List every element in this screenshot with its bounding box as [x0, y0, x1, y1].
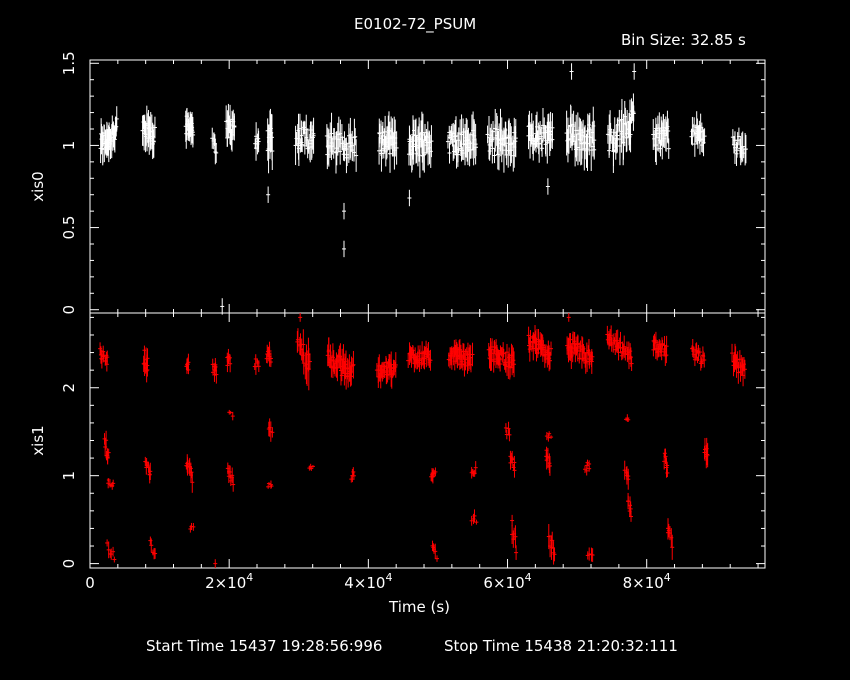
bottom-panel: 0 1 2 xis1 0 2×104 4×104 6×104 8×104	[29, 312, 766, 592]
chart-title: E0102-72_PSUM	[354, 15, 477, 33]
x-axis-label: Time (s)	[389, 598, 450, 616]
bottom-ytick-label: 2	[60, 383, 78, 393]
top-ytick-label: 0.5	[60, 216, 78, 240]
bottom-xtick-label: 8×104	[623, 571, 671, 592]
stop-time-text: Stop Time 15438 21:20:32:111	[444, 637, 678, 655]
top-ytick-label: 1.5	[60, 51, 78, 75]
top-ylabel: xis0	[29, 171, 47, 201]
bottom-ytick-label: 0	[60, 559, 78, 569]
top-ytick-label: 0	[60, 305, 78, 315]
bottom-xtick-exponent: 4	[246, 571, 253, 584]
start-time-text: Start Time 15437 19:28:56:996	[146, 637, 383, 655]
bottom-xtick-label: 2×104	[205, 571, 253, 592]
bottom-ylabel: xis1	[29, 425, 47, 455]
light-curve-plot: 0 0.5 1 1.5 xis0 0 1 2 xis1 0 2×104 4×104 6×104 8×10…	[29, 51, 766, 592]
bottom-xtick-label: 4×104	[344, 571, 392, 592]
bin-size-label: Bin Size: 32.85 s	[621, 31, 746, 49]
bottom-xtick-exponent: 4	[525, 571, 532, 584]
bottom-xtick-exponent: 4	[385, 571, 392, 584]
bottom-xtick-label: 6×104	[483, 571, 531, 592]
bottom-xtick-label: 0	[85, 574, 95, 592]
bottom-xtick-exponent: 4	[664, 571, 671, 584]
top-ytick-label: 1	[60, 141, 78, 151]
bottom-ytick-label: 1	[60, 471, 78, 481]
top-frame	[89, 59, 766, 314]
top-panel: 0 0.5 1 1.5 xis0	[29, 51, 766, 315]
